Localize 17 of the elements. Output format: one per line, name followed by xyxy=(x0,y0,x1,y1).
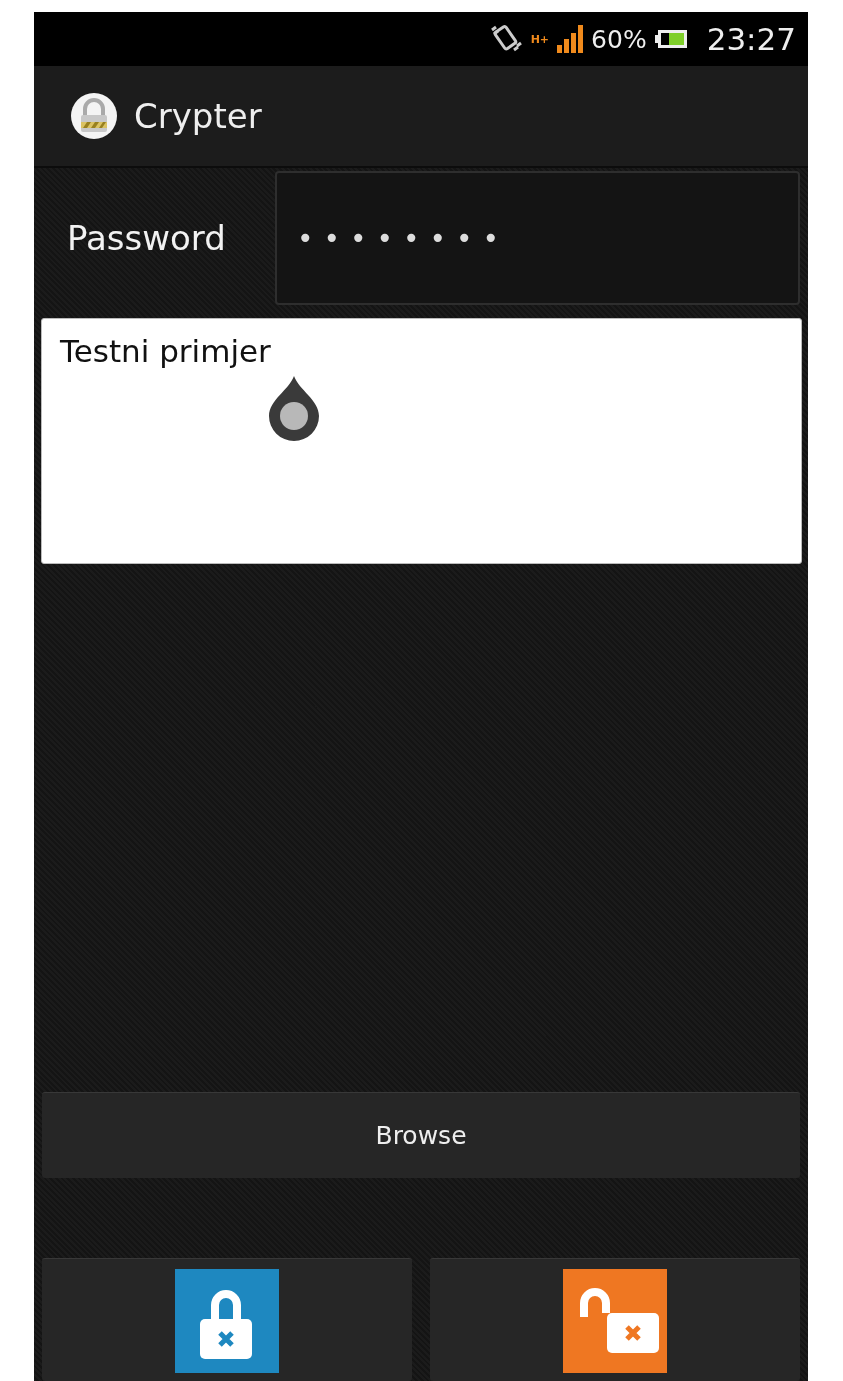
decrypt-button[interactable] xyxy=(430,1258,800,1381)
encrypt-button[interactable] xyxy=(42,1258,412,1381)
cursor-handle[interactable] xyxy=(267,374,321,442)
text-area[interactable]: Testni primjer xyxy=(41,318,802,564)
open-padlock-icon xyxy=(563,1269,667,1373)
password-field[interactable]: •••••••• xyxy=(275,171,800,305)
app-title: Crypter xyxy=(134,96,262,136)
network-type: H+ xyxy=(530,33,550,45)
password-label: Password xyxy=(67,218,227,258)
signal-icon xyxy=(557,25,584,53)
battery-percent: 60% xyxy=(591,24,647,54)
browse-button[interactable]: Browse xyxy=(42,1092,800,1178)
vibrate-icon xyxy=(488,24,523,54)
clock: 23:27 xyxy=(706,21,796,57)
battery-icon xyxy=(654,29,689,49)
padlock-icon xyxy=(70,92,118,140)
locked-padlock-icon xyxy=(175,1269,279,1373)
